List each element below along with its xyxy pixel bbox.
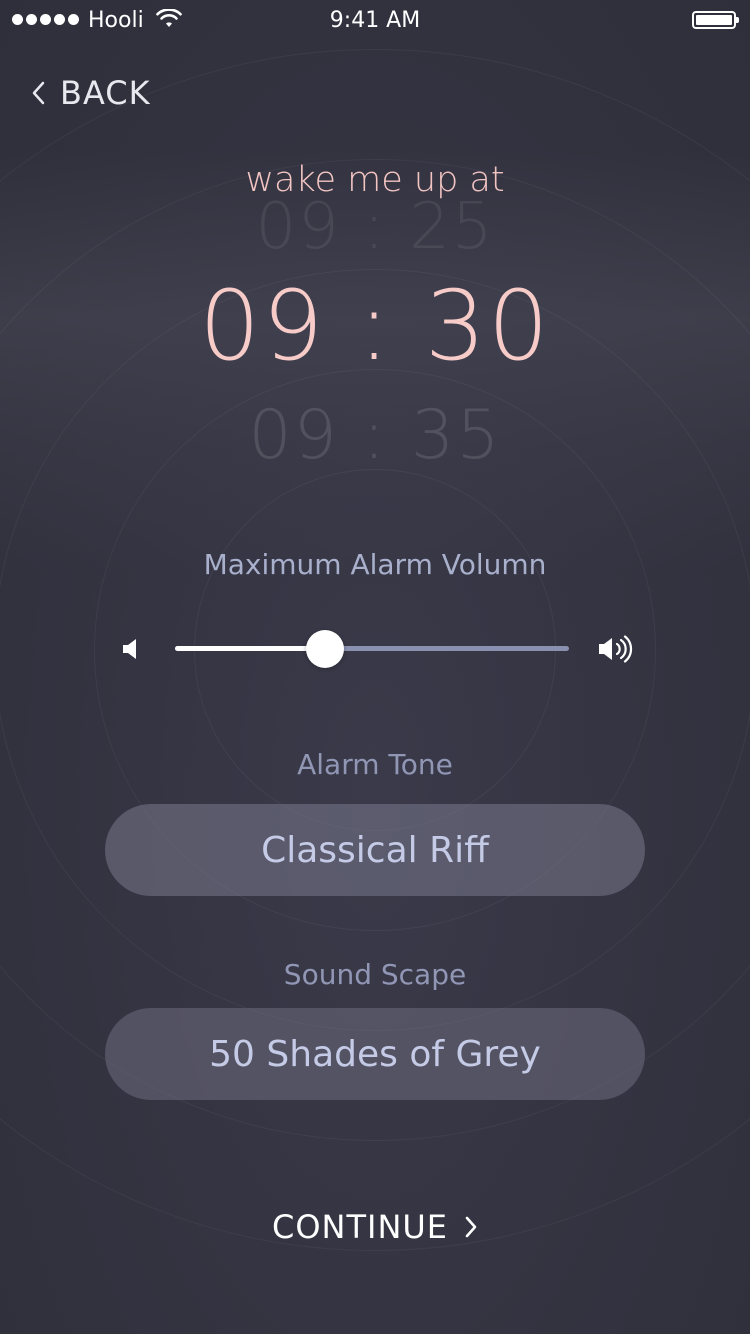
- alarm-tone-button[interactable]: Classical Riff: [105, 804, 645, 896]
- volume-control: [120, 628, 635, 672]
- back-label: BACK: [60, 74, 151, 112]
- continue-label: CONTINUE: [271, 1208, 449, 1246]
- speaker-low-icon: [123, 639, 136, 659]
- back-button[interactable]: BACK: [30, 74, 151, 112]
- volume-slider-fill: [175, 646, 325, 651]
- sound-scape-button[interactable]: 50 Shades of Grey: [105, 1008, 645, 1100]
- wake-heading: wake me up at: [245, 160, 505, 200]
- sound-scape-label: Sound Scape: [283, 958, 467, 991]
- status-time: 9:41 AM: [329, 8, 421, 33]
- time-option-selected[interactable]: 09 : 30: [0, 270, 750, 382]
- battery-icon: [692, 11, 739, 29]
- time-previous-text: 09 : 25: [255, 200, 495, 260]
- volume-slider[interactable]: [175, 630, 569, 668]
- chevron-right-icon: [465, 1216, 477, 1238]
- time-option-previous[interactable]: 09 : 25: [0, 200, 750, 260]
- volume-slider-thumb[interactable]: [305, 630, 344, 668]
- continue-button[interactable]: CONTINUE: [0, 1208, 750, 1246]
- status-bar: Hooli 9:41 AM: [0, 0, 750, 40]
- speaker-high-icon: [599, 635, 633, 663]
- chevron-left-icon: [32, 81, 45, 105]
- time-option-next[interactable]: 09 : 35: [0, 396, 750, 475]
- alarm-tone-label: Alarm Tone: [297, 748, 453, 781]
- volume-label: Maximum Alarm Volumn: [203, 548, 547, 581]
